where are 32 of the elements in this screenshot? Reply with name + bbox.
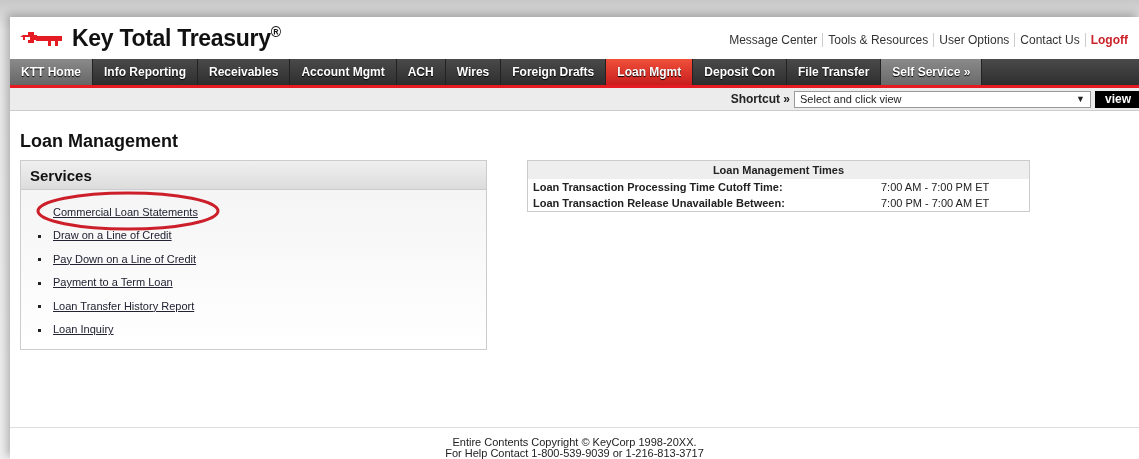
header-link[interactable]: Logoff bbox=[1084, 33, 1133, 47]
service-link[interactable]: Loan Inquiry bbox=[53, 323, 114, 336]
logo-text: Key Total Treasury$^{®}$ bbox=[72, 24, 281, 52]
header-link[interactable]: Tools & Resources bbox=[822, 33, 934, 47]
shortcut-dropdown[interactable]: Select and click view ▼ bbox=[794, 90, 1091, 108]
panel-title: Services bbox=[21, 161, 486, 190]
nav-tab[interactable]: Info Reporting bbox=[93, 59, 198, 85]
time-value: 7:00 PM - 7:00 AM ET bbox=[881, 197, 990, 209]
service-link[interactable]: Loan Transfer History Report bbox=[53, 299, 195, 312]
nav-tab[interactable]: Self Service » bbox=[881, 59, 983, 85]
time-label: Loan Transaction Release Unavailable Between: bbox=[533, 197, 786, 209]
service-link[interactable]: Payment to a Term Loan bbox=[53, 276, 173, 289]
service-link[interactable]: Pay Down on a Line of Credit bbox=[53, 252, 197, 265]
header-link[interactable]: User Options bbox=[933, 33, 1015, 47]
shortcut-label: Shortcut » bbox=[730, 92, 790, 106]
nav-tab[interactable]: Receivables bbox=[198, 59, 291, 85]
time-label: Loan Transaction Processing Time Cutoff Time: bbox=[533, 181, 784, 193]
header-link[interactable]: Contact Us bbox=[1014, 33, 1085, 47]
nav-tab[interactable]: KTT Home bbox=[10, 59, 93, 85]
footer-text: Entire Contents Copyright © KeyCorp 1998-20XX. bbox=[452, 437, 697, 448]
time-value: 7:00 AM - 7:00 PM ET bbox=[881, 181, 990, 193]
view-button[interactable]: view bbox=[1095, 90, 1139, 108]
nav-tab[interactable]: Deposit Con bbox=[693, 59, 787, 85]
nav-tab[interactable]: Loan Mgmt bbox=[606, 59, 694, 85]
page-title: Loan Management bbox=[20, 131, 180, 152]
service-link[interactable]: Draw on a Line of Credit bbox=[53, 229, 172, 242]
header-link[interactable]: Message Center bbox=[724, 33, 823, 47]
nav-tab[interactable]: Account Mgmt bbox=[290, 59, 397, 85]
nav-tab[interactable]: ACH bbox=[396, 59, 446, 85]
table-title: Loan Management Times bbox=[528, 161, 1029, 179]
footer-text: For Help Contact 1-800-539-9039 or 1-216-813-3717 bbox=[444, 448, 705, 459]
nav-tab[interactable]: Wires bbox=[445, 59, 502, 85]
